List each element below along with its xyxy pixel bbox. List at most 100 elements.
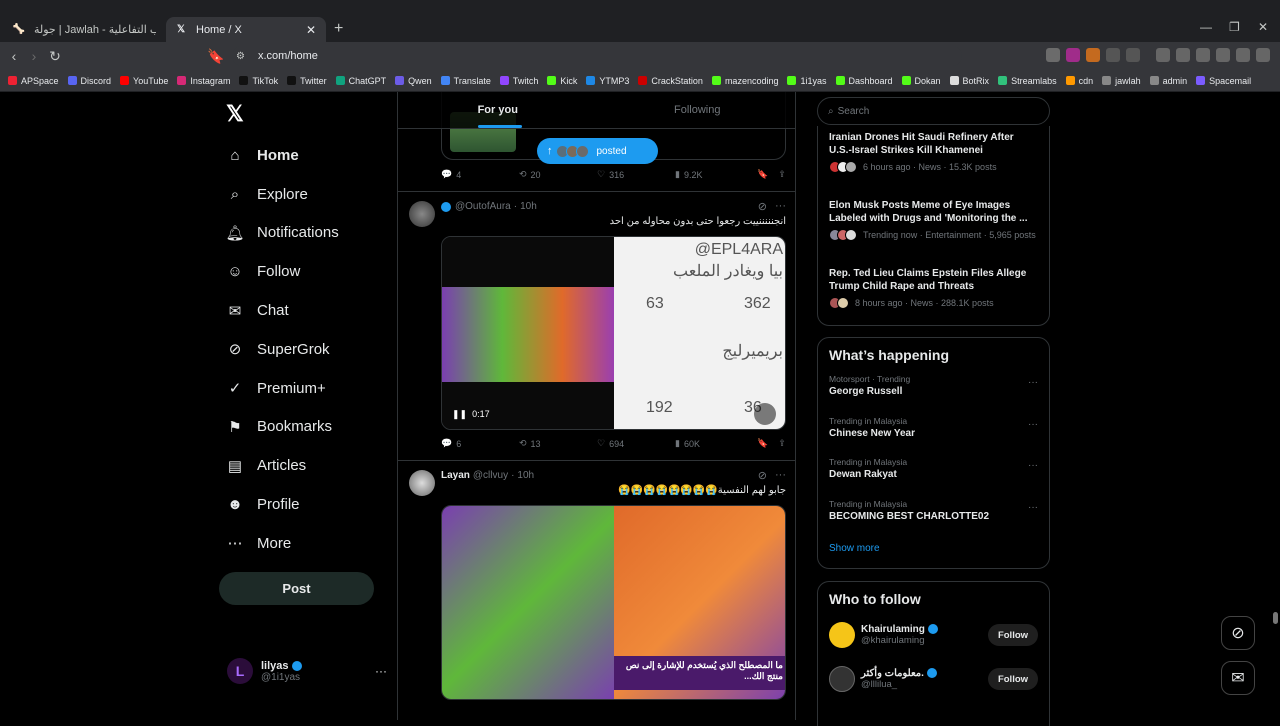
extension-icon[interactable] [1046, 48, 1060, 62]
tweet-handle[interactable]: @cllvuy [473, 470, 508, 481]
views-button[interactable]: ▮ 9.2K [675, 169, 755, 180]
nav-item-profile[interactable]: ☻ Profile [226, 485, 339, 524]
more-icon[interactable]: ··· [1028, 502, 1038, 513]
bookmark-item[interactable]: 1i1yas [787, 76, 827, 86]
tab-x-home[interactable]: 𝕏 Home / X ✕ [166, 17, 326, 42]
messages-button[interactable]: ✉ [1221, 661, 1255, 695]
minimize-icon[interactable]: — [1200, 20, 1212, 34]
bookmark-icon[interactable]: 🔖 [757, 438, 768, 449]
expand-icon[interactable] [754, 403, 776, 425]
like-button[interactable]: ♡ 694 [597, 438, 675, 449]
bookmark-page-icon[interactable]: 🔖 [207, 48, 224, 64]
news-item[interactable]: Rep. Ted Lieu Claims Epstein Files Alleg… [818, 262, 1049, 330]
bookmark-item[interactable]: mazencoding [711, 76, 778, 86]
menu-icon[interactable] [1256, 48, 1270, 62]
bookmark-item[interactable]: admin [1149, 76, 1187, 86]
follow-suggestion[interactable]: Khairulaming @khairulaming Follow [818, 613, 1049, 657]
close-window-icon[interactable]: ✕ [1258, 20, 1268, 34]
bookmark-item[interactable]: Dokan [901, 76, 941, 86]
sidebar-icon[interactable] [1176, 48, 1190, 62]
x-logo-icon[interactable]: 𝕏 [226, 101, 244, 127]
more-icon[interactable]: ··· [1028, 419, 1038, 430]
bookmark-item[interactable]: CrackStation [638, 76, 703, 86]
more-icon[interactable]: ··· [775, 469, 786, 482]
nav-item-chat[interactable]: ✉ Chat [226, 291, 339, 330]
tweet-time[interactable]: 10h [520, 201, 537, 212]
nav-item-articles[interactable]: ▤ Articles [226, 446, 339, 485]
repost-button[interactable]: ⟲ 20 [519, 169, 597, 180]
forward-icon[interactable]: › [26, 48, 42, 64]
back-icon[interactable]: ‹ [6, 48, 22, 64]
pause-icon[interactable]: ❚❚ [452, 409, 467, 420]
more-icon[interactable]: ··· [375, 664, 387, 678]
extension-icon[interactable] [1086, 48, 1100, 62]
search-input[interactable]: ⌕ Search [817, 97, 1050, 125]
tweet-time[interactable]: 10h [517, 470, 534, 481]
media-icon[interactable] [1156, 48, 1170, 62]
share-icon[interactable]: ⇪ [778, 169, 786, 180]
grok-button[interactable]: ⊘ [1221, 616, 1255, 650]
url-field[interactable]: ⚙ x.com/home [232, 46, 962, 66]
bookmark-item[interactable]: Kick [547, 76, 577, 86]
nav-item-follow[interactable]: ☺ Follow [226, 252, 339, 291]
more-icon[interactable]: ··· [1028, 377, 1038, 388]
repost-button[interactable]: ⟲ 13 [519, 438, 597, 449]
new-tab-button[interactable]: + [334, 20, 343, 38]
views-button[interactable]: ▮ 60K [675, 438, 755, 449]
bookmark-item[interactable]: Streamlabs [998, 76, 1057, 86]
nav-item-home[interactable]: ⌂ Home [226, 136, 339, 175]
vpn-icon[interactable] [1236, 48, 1250, 62]
bookmark-icon[interactable]: 🔖 [757, 169, 768, 180]
bookmark-item[interactable]: jawlah [1102, 76, 1141, 86]
grok-icon[interactable]: ⊘ [758, 200, 767, 213]
bookmark-item[interactable]: TikTok [239, 76, 278, 86]
wallet-icon[interactable] [1196, 48, 1210, 62]
bookmark-item[interactable]: Qwen [395, 76, 432, 86]
bookmark-item[interactable]: Translate [440, 76, 491, 86]
grok-icon[interactable]: ⊘ [758, 469, 767, 482]
nav-item-supergrok[interactable]: ⊘ SuperGrok [226, 330, 339, 369]
reply-button[interactable]: 💬 4 [441, 169, 519, 180]
tweet-author[interactable]: Layan [441, 470, 470, 481]
account-switcher[interactable]: L lilyas @1i1yas ··· [227, 658, 387, 684]
tweet-media[interactable]: ما المصطلح الذي يُستخدم للإشارة إلى نص م… [441, 505, 786, 700]
nav-item-explore[interactable]: ⌕ Explore [226, 175, 339, 214]
bookmark-item[interactable]: BotRix [949, 76, 989, 86]
bookmark-item[interactable]: Discord [67, 76, 111, 86]
trend-item[interactable]: Trending in Malaysia Dewan Rakyat ··· [818, 452, 1049, 494]
tab-jawlah[interactable]: 🦴 جولة | Jawlah - منصة الألعاب التفاعلية [4, 17, 164, 42]
trend-item[interactable]: Motorsport · Trending George Russell ··· [818, 369, 1049, 411]
close-tab-icon[interactable]: ✕ [304, 23, 318, 37]
bookmark-item[interactable]: Twitter [287, 76, 327, 86]
reply-button[interactable]: 💬 6 [441, 438, 519, 449]
extension-icon[interactable] [1126, 48, 1140, 62]
extension-icon[interactable] [1066, 48, 1080, 62]
site-settings-icon[interactable]: ⚙ [236, 51, 250, 62]
new-posts-pill[interactable]: ↑ posted [537, 138, 658, 164]
bookmark-item[interactable]: APSpace [8, 76, 59, 86]
bookmark-item[interactable]: ChatGPT [335, 76, 386, 86]
news-item[interactable]: Iranian Drones Hit Saudi Refinery After … [818, 126, 1049, 194]
trend-item[interactable]: Trending in Malaysia BECOMING BEST CHARLO… [818, 494, 1049, 536]
follow-button[interactable]: Follow [988, 668, 1038, 690]
trend-item[interactable]: Trending in Malaysia Chinese New Year ··· [818, 411, 1049, 453]
news-item[interactable]: Elon Musk Posts Meme of Eye Images Label… [818, 194, 1049, 262]
bookmark-item[interactable]: Spacemail [1196, 76, 1251, 86]
avatar[interactable] [409, 470, 435, 496]
follow-suggestion[interactable]: معلومات وأكثر. @lllilua_ Follow [818, 657, 1049, 701]
bookmark-item[interactable]: YTMP3 [586, 76, 629, 86]
tab-for-you[interactable]: For you [398, 92, 598, 128]
nav-item-bookmarks[interactable]: ⚑ Bookmarks [226, 408, 339, 447]
more-icon[interactable]: ··· [1028, 460, 1038, 471]
tweet[interactable]: Layan @cllvuy · 10h ⊘ ··· جابو لهم النفسي… [398, 460, 795, 720]
bookmark-item[interactable]: cdn [1065, 76, 1093, 86]
bookmark-item[interactable]: Instagram [177, 76, 230, 86]
tweet[interactable]: @OutofAura · 10h ⊘ ··· انجنننننييت رجعوا … [398, 191, 795, 460]
tab-following[interactable]: Following [598, 92, 796, 128]
bookmark-item[interactable]: YouTube [120, 76, 168, 86]
maximize-icon[interactable]: ❐ [1229, 20, 1240, 34]
like-button[interactable]: ♡ 316 [597, 169, 675, 180]
nav-item-premium[interactable]: ✓ Premium+ [226, 369, 339, 408]
extension-icon[interactable] [1106, 48, 1120, 62]
reload-icon[interactable]: ↻ [47, 48, 63, 64]
